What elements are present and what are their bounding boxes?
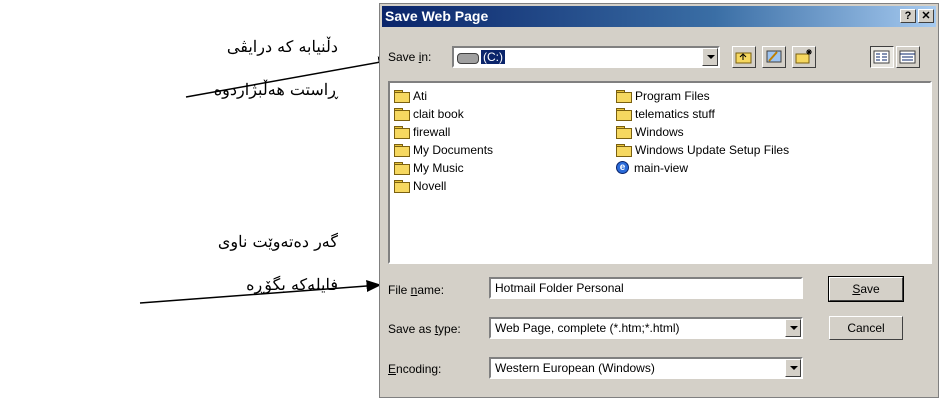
help-icon: ? (904, 10, 912, 22)
file-name-value: Hotmail Folder Personal (495, 281, 624, 295)
ie-page-icon: e (616, 161, 629, 174)
up-folder-icon (735, 52, 752, 64)
encoding-value: Western European (Windows) (495, 361, 655, 375)
list-item[interactable]: clait book (394, 105, 464, 122)
chevron-down-icon[interactable] (785, 319, 801, 337)
list-item-label: Windows (635, 124, 684, 139)
arrow-to-save-in (185, 56, 394, 98)
list-item[interactable]: My Documents (394, 141, 493, 158)
save-in-dropdown[interactable]: (C:) (452, 46, 720, 68)
list-item[interactable]: Ati (394, 87, 427, 104)
desktop-icon (766, 50, 782, 63)
save-as-type-label: Save as type: (388, 322, 461, 336)
arrow-to-file-name (139, 280, 382, 304)
list-item-label: main-view (634, 160, 689, 175)
save-in-value: (C:) (481, 50, 505, 64)
list-item[interactable]: Program Files (616, 87, 710, 104)
folder-icon (616, 89, 632, 103)
desktop-button[interactable] (762, 46, 786, 68)
close-button[interactable]: ✕ (918, 9, 934, 23)
list-item-label: Ati (413, 88, 428, 103)
list-item[interactable]: Windows (616, 123, 684, 140)
save-as-type-dropdown[interactable]: Web Page, complete (*.htm;*.html) (489, 317, 803, 339)
details-view-icon (899, 50, 916, 64)
list-item[interactable]: firewall (394, 123, 450, 140)
my-documents-icon (394, 143, 410, 157)
encoding-dropdown[interactable]: Western European (Windows) (489, 357, 803, 379)
folder-icon (394, 107, 410, 121)
list-item-label: Novell (413, 178, 447, 193)
dialog-title: Save Web Page (385, 8, 489, 24)
chevron-down-icon[interactable] (785, 359, 801, 377)
folder-icon (616, 125, 632, 139)
drive-icon (457, 53, 479, 64)
list-item[interactable]: Novell (394, 177, 446, 194)
close-icon: ✕ (921, 10, 931, 22)
list-item-label: My Documents (413, 142, 494, 157)
up-folder-button[interactable] (732, 46, 756, 68)
file-list[interactable]: Ati clait book firewall My Documents My Musi… (388, 81, 932, 264)
chevron-down-icon[interactable] (702, 48, 718, 66)
list-item-label: clait book (413, 106, 464, 121)
list-item-label: Windows Update Setup Files (635, 142, 790, 157)
list-item[interactable]: My Music (394, 159, 464, 176)
encoding-label: Encoding: (388, 362, 442, 376)
folder-icon (394, 179, 410, 193)
list-item-label: telematics stuff (635, 106, 715, 121)
file-name-label: File name: (388, 283, 445, 297)
list-item[interactable]: Windows Update Setup Files (616, 141, 789, 158)
save-button[interactable]: Save (828, 276, 904, 302)
list-item[interactable]: telematics stuff (616, 105, 715, 122)
folder-icon (394, 89, 410, 103)
list-item-label: Program Files (635, 88, 710, 103)
folder-icon (616, 143, 632, 157)
list-item[interactable]: e main-view (616, 159, 688, 176)
new-folder-button[interactable] (792, 46, 816, 68)
list-item-label: firewall (413, 124, 451, 139)
details-view-button[interactable] (896, 46, 920, 68)
save-as-type-value: Web Page, complete (*.htm;*.html) (495, 321, 680, 335)
help-button[interactable]: ? (900, 9, 916, 23)
file-name-input[interactable]: Hotmail Folder Personal (489, 277, 803, 299)
title-bar: Save Web Page ? ✕ (382, 6, 936, 27)
folder-icon (394, 161, 410, 175)
save-in-label: Save in: (388, 50, 432, 64)
list-view-button[interactable] (870, 46, 894, 68)
new-folder-icon (795, 49, 812, 64)
list-item-label: My Music (413, 160, 464, 175)
save-web-page-dialog: Save Web Page ? ✕ Save in: (C:) Ati clait… (379, 3, 939, 398)
folder-icon (616, 107, 632, 121)
folder-icon (394, 125, 410, 139)
list-view-icon (873, 50, 890, 64)
cancel-button[interactable]: Cancel (829, 316, 903, 340)
